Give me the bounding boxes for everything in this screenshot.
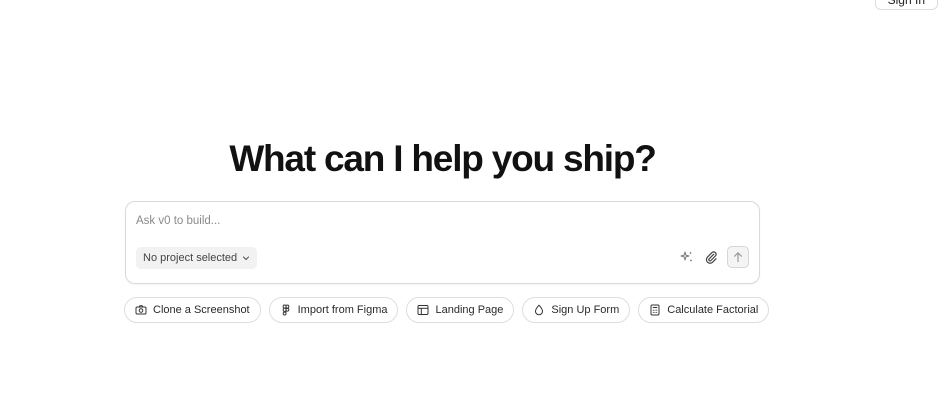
prompt-input[interactable]	[136, 212, 736, 230]
arrow-up-icon	[734, 252, 742, 263]
figma-icon	[280, 304, 292, 316]
suggestion-chips: Clone a Screenshot Import from Figma Lan…	[124, 297, 770, 323]
page-title: What can I help you ship?	[229, 138, 657, 179]
chip-label: Import from Figma	[297, 304, 388, 316]
calculator-icon	[649, 304, 661, 316]
paperclip-icon[interactable]	[703, 249, 719, 265]
page: Sign In What can I help you ship? No pro…	[0, 0, 950, 400]
suggestion-import-figma[interactable]: Import from Figma	[268, 297, 399, 323]
camera-icon	[135, 304, 147, 316]
chevron-down-icon	[242, 254, 250, 262]
project-select-label: No project selected	[143, 252, 238, 264]
suggestion-sign-up-form[interactable]: Sign Up Form	[522, 297, 631, 323]
chip-label: Sign Up Form	[551, 304, 620, 316]
send-button[interactable]	[727, 246, 749, 268]
sign-in-button[interactable]: Sign In	[874, 0, 938, 10]
chip-label: Clone a Screenshot	[153, 304, 250, 316]
layout-icon	[417, 304, 429, 316]
suggestion-calculate-factorial[interactable]: Calculate Factorial	[638, 297, 770, 323]
suggestion-clone-screenshot[interactable]: Clone a Screenshot	[124, 297, 261, 323]
prompt-composer: No project selected	[125, 201, 760, 284]
suggestion-landing-page[interactable]: Landing Page	[406, 297, 515, 323]
chip-label: Calculate Factorial	[667, 304, 759, 316]
sparkles-icon[interactable]	[679, 249, 695, 265]
droplet-icon	[533, 304, 545, 316]
composer-tools	[679, 246, 749, 268]
project-select-dropdown[interactable]: No project selected	[136, 247, 258, 269]
chip-label: Landing Page	[435, 304, 504, 316]
